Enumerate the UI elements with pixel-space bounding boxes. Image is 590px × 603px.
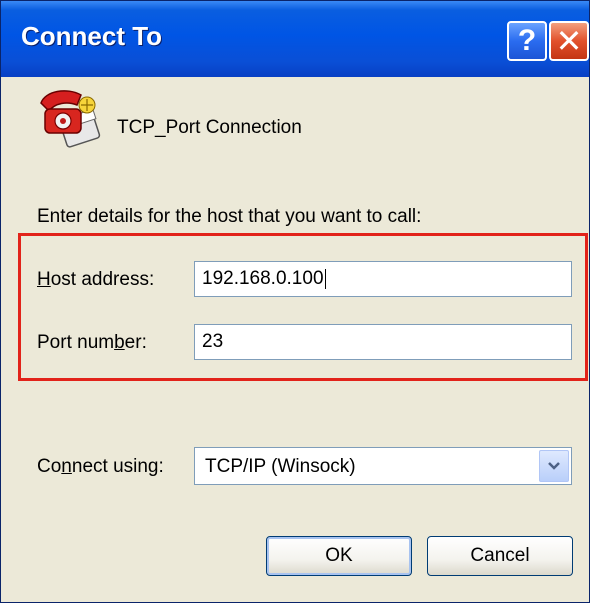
- telephone-connection-icon: [40, 90, 101, 148]
- port-number-value: 23: [202, 331, 224, 352]
- chevron-down-icon: [548, 462, 560, 470]
- port-number-input[interactable]: 23: [194, 324, 572, 360]
- connect-using-value: TCP/IP (Winsock): [205, 456, 356, 477]
- connect-using-dropdown[interactable]: TCP/IP (Winsock): [194, 447, 572, 485]
- title-bar[interactable]: Connect To ? ✕: [1, 1, 589, 77]
- dropdown-arrow-button[interactable]: [539, 450, 569, 482]
- close-button[interactable]: ✕: [549, 21, 589, 61]
- host-address-label: Host address:: [37, 269, 155, 290]
- prompt-text: Enter details for the host that you want…: [37, 206, 422, 227]
- cancel-button[interactable]: Cancel: [427, 536, 573, 576]
- host-address-input[interactable]: 192.168.0.100: [194, 261, 572, 297]
- close-icon: ✕: [555, 23, 583, 59]
- text-caret: [324, 268, 326, 289]
- window-title: Connect To: [21, 21, 163, 51]
- ok-button[interactable]: OK: [266, 536, 412, 576]
- port-number-label: Port number:: [37, 332, 147, 353]
- connect-to-dialog: Connect To ? ✕ TCP_Port Connection Enter…: [0, 0, 590, 603]
- connection-name: TCP_Port Connection: [117, 117, 302, 138]
- host-address-value: 192.168.0.100: [202, 268, 324, 289]
- connect-using-label: Connect using:: [37, 456, 164, 477]
- help-icon: ?: [517, 24, 537, 57]
- help-button[interactable]: ?: [507, 21, 547, 61]
